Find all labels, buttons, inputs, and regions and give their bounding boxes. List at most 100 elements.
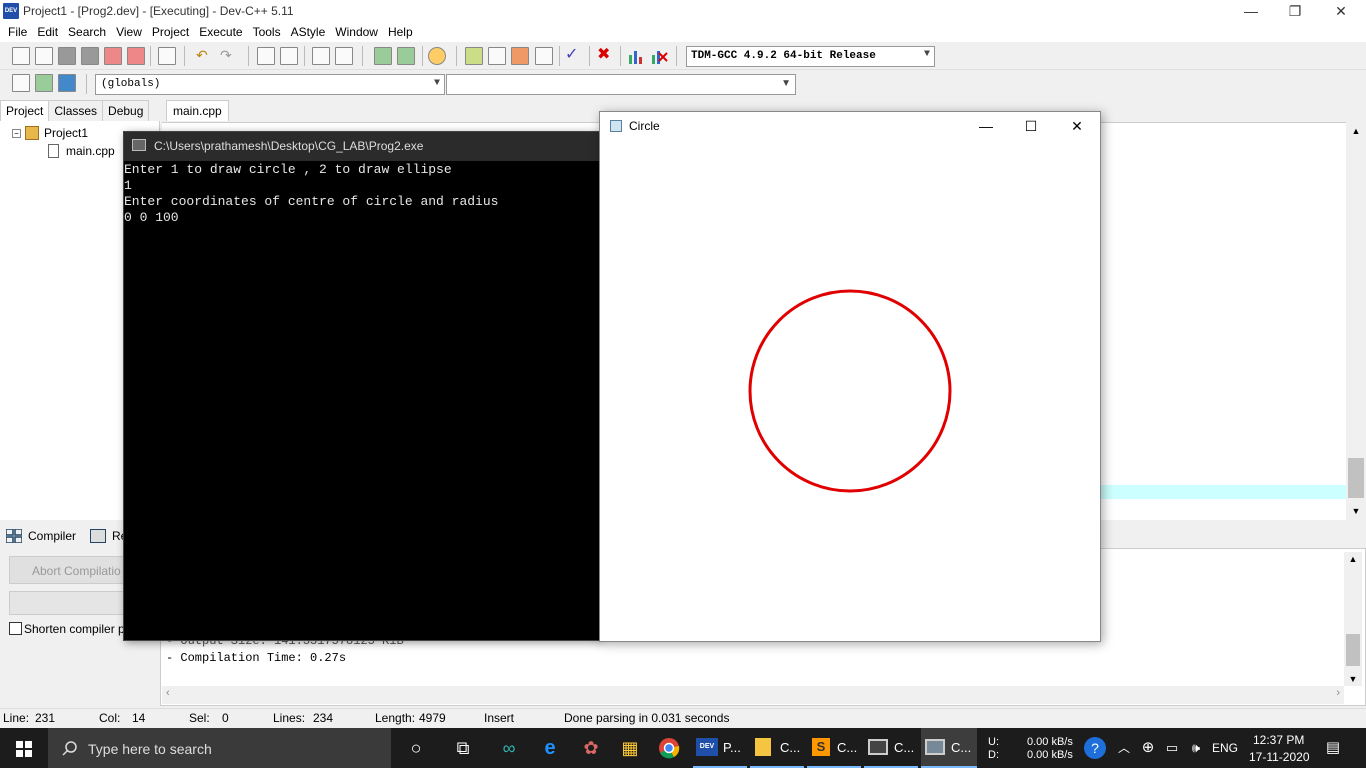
- stop-execution-icon[interactable]: ✖: [597, 47, 615, 65]
- status-message: Done parsing in 0.031 seconds: [564, 711, 730, 725]
- restore-button[interactable]: ❐: [1272, 0, 1318, 22]
- tree-item-project[interactable]: − Project1: [12, 126, 88, 140]
- start-button[interactable]: [0, 728, 48, 768]
- log-scroll-thumb[interactable]: [1346, 634, 1360, 666]
- circle-minimize-button[interactable]: —: [963, 114, 1009, 138]
- print-icon[interactable]: [158, 47, 176, 65]
- profile-chart-icon[interactable]: [627, 47, 645, 65]
- save-all-icon[interactable]: [81, 47, 99, 65]
- status-sel-label: Sel:: [189, 711, 210, 725]
- menu-search[interactable]: Search: [63, 22, 111, 42]
- taskbar-item-circle[interactable]: C...: [921, 728, 977, 768]
- status-length-label: Length:: [375, 711, 416, 725]
- taskbar-item-console[interactable]: C...: [864, 728, 918, 768]
- menu-execute[interactable]: Execute: [194, 22, 247, 42]
- replace-icon[interactable]: [280, 47, 298, 65]
- compile-run-icon[interactable]: [511, 47, 529, 65]
- paint-icon[interactable]: ✿: [579, 736, 603, 760]
- menu-help[interactable]: Help: [383, 22, 418, 42]
- indent-icon[interactable]: [312, 47, 330, 65]
- rebuild-all-icon[interactable]: [535, 47, 553, 65]
- battery-icon[interactable]: ▭: [1160, 736, 1184, 760]
- editor-tab-main-cpp[interactable]: main.cpp: [166, 100, 229, 121]
- project-options-icon[interactable]: [428, 47, 446, 65]
- close-all-icon[interactable]: [127, 47, 145, 65]
- sublime-icon: S: [812, 738, 830, 756]
- scroll-up-icon[interactable]: ▲: [1344, 554, 1362, 564]
- store-icon[interactable]: ▦: [618, 736, 642, 760]
- chevron-down-icon: ▼: [923, 49, 930, 60]
- volume-icon[interactable]: 🕪: [1184, 736, 1208, 760]
- notifications-icon[interactable]: ▤: [1321, 736, 1345, 760]
- menu-file[interactable]: File: [3, 22, 32, 42]
- arduino-icon[interactable]: ∞: [497, 736, 521, 760]
- tab-resources[interactable]: Re: [90, 529, 127, 543]
- run-icon[interactable]: [488, 47, 506, 65]
- task-view-icon[interactable]: ⧉: [451, 736, 475, 760]
- clock-date[interactable]: 17-11-2020: [1249, 750, 1310, 764]
- help-icon[interactable]: ?: [1084, 737, 1106, 759]
- new-file-icon[interactable]: [12, 47, 30, 65]
- status-col-value: 14: [132, 711, 146, 725]
- goto-declaration-icon[interactable]: [12, 74, 30, 92]
- menu-edit[interactable]: Edit: [32, 22, 63, 42]
- scroll-down-icon[interactable]: ▼: [1344, 674, 1362, 684]
- redo-icon[interactable]: ↷: [220, 47, 238, 65]
- chrome-icon[interactable]: [657, 736, 681, 760]
- syntax-check-icon[interactable]: ✓: [565, 47, 583, 65]
- delete-profile-icon[interactable]: [650, 47, 668, 65]
- menu-window[interactable]: Window: [330, 22, 383, 42]
- edge-icon[interactable]: e: [538, 736, 562, 760]
- scroll-right-icon[interactable]: ›: [1336, 687, 1340, 699]
- drawn-circle: [748, 289, 952, 493]
- language-indicator[interactable]: ENG: [1212, 741, 1238, 755]
- open-file-icon[interactable]: [35, 47, 53, 65]
- goto-definition-icon[interactable]: [35, 74, 53, 92]
- shorten-paths-checkbox[interactable]: [9, 622, 22, 635]
- unindent-icon[interactable]: [335, 47, 353, 65]
- globe-icon[interactable]: ⊕: [1136, 736, 1160, 760]
- scroll-down-icon[interactable]: ▼: [1346, 506, 1366, 516]
- scope-select[interactable]: (globals) ▼: [95, 74, 445, 95]
- menu-astyle[interactable]: AStyle: [286, 22, 331, 42]
- close-file-icon[interactable]: [104, 47, 122, 65]
- compile-icon[interactable]: [465, 47, 483, 65]
- tab-compiler[interactable]: Compiler: [5, 528, 76, 544]
- minimize-button[interactable]: —: [1228, 0, 1274, 22]
- folder-icon: [755, 738, 771, 756]
- class-browser-icon[interactable]: [58, 74, 76, 92]
- tab-classes[interactable]: Classes: [48, 100, 104, 121]
- log-horizontal-scrollbar[interactable]: ‹ ›: [162, 686, 1344, 704]
- compiler-select[interactable]: TDM-GCC 4.9.2 64-bit Release ▼: [686, 46, 935, 67]
- find-icon[interactable]: [257, 47, 275, 65]
- scroll-up-icon[interactable]: ▲: [1346, 126, 1366, 136]
- cortana-icon[interactable]: ○: [404, 736, 428, 760]
- members-select[interactable]: ▼: [446, 74, 796, 95]
- circle-close-button[interactable]: ✕: [1054, 114, 1100, 138]
- editor-scroll-thumb[interactable]: [1348, 458, 1364, 498]
- tab-project[interactable]: Project: [0, 100, 50, 121]
- menu-tools[interactable]: Tools: [248, 22, 286, 42]
- taskbar-item-sublime[interactable]: S C...: [807, 728, 861, 768]
- menu-view[interactable]: View: [111, 22, 147, 42]
- compiler-select-value: TDM-GCC 4.9.2 64-bit Release: [691, 50, 876, 62]
- tab-debug[interactable]: Debug: [102, 100, 150, 121]
- taskbar-item-explorer[interactable]: C...: [750, 728, 804, 768]
- circle-window-title: Circle: [629, 119, 660, 133]
- net-download-speed: 0.00 kB/s: [1027, 749, 1073, 761]
- add-to-project-icon[interactable]: [374, 47, 392, 65]
- menu-project[interactable]: Project: [147, 22, 194, 42]
- scroll-left-icon[interactable]: ‹: [166, 687, 170, 699]
- collapse-icon[interactable]: −: [12, 128, 21, 138]
- circle-maximize-button[interactable]: ☐: [1008, 114, 1054, 138]
- remove-from-project-icon[interactable]: [397, 47, 415, 65]
- close-button[interactable]: ✕: [1318, 0, 1364, 22]
- devcpp-icon: DEV: [696, 738, 718, 756]
- save-icon[interactable]: [58, 47, 76, 65]
- tree-item-main-cpp[interactable]: main.cpp: [48, 144, 115, 158]
- clock-time[interactable]: 12:37 PM: [1253, 733, 1304, 747]
- undo-icon[interactable]: ↶: [196, 47, 214, 65]
- window-icon: [610, 120, 622, 132]
- taskbar-item-devcpp[interactable]: DEV P...: [693, 728, 747, 768]
- chevron-up-icon[interactable]: ︿: [1112, 736, 1136, 760]
